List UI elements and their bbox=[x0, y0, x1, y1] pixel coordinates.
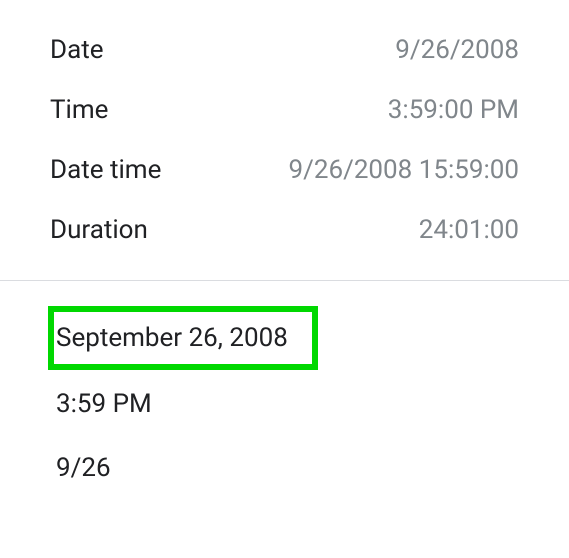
list-section: September 26, 2008 3:59 PM 9/26 bbox=[0, 281, 569, 522]
date-row: Date 9/26/2008 bbox=[50, 20, 519, 80]
date-value: 9/26/2008 bbox=[395, 35, 519, 65]
time-value: 3:59:00 PM bbox=[388, 95, 519, 125]
duration-label: Duration bbox=[50, 215, 148, 245]
fields-section: Date 9/26/2008 Time 3:59:00 PM Date time… bbox=[0, 0, 569, 280]
list-item-time[interactable]: 3:59 PM bbox=[50, 374, 158, 434]
date-label: Date bbox=[50, 35, 104, 65]
time-label: Time bbox=[50, 95, 108, 125]
duration-value: 24:01:00 bbox=[419, 215, 519, 245]
datetime-row: Date time 9/26/2008 15:59:00 bbox=[50, 140, 519, 200]
datetime-value: 9/26/2008 15:59:00 bbox=[289, 155, 519, 185]
list-item-wrapper: 3:59 PM bbox=[50, 374, 519, 434]
list-item-date-long[interactable]: September 26, 2008 bbox=[48, 306, 318, 370]
list-item-wrapper: 9/26 bbox=[50, 438, 519, 498]
list-item-date-short[interactable]: 9/26 bbox=[50, 438, 117, 498]
duration-row: Duration 24:01:00 bbox=[50, 200, 519, 260]
datetime-label: Date time bbox=[50, 155, 161, 185]
time-row: Time 3:59:00 PM bbox=[50, 80, 519, 140]
list-item-wrapper: September 26, 2008 bbox=[50, 306, 519, 370]
